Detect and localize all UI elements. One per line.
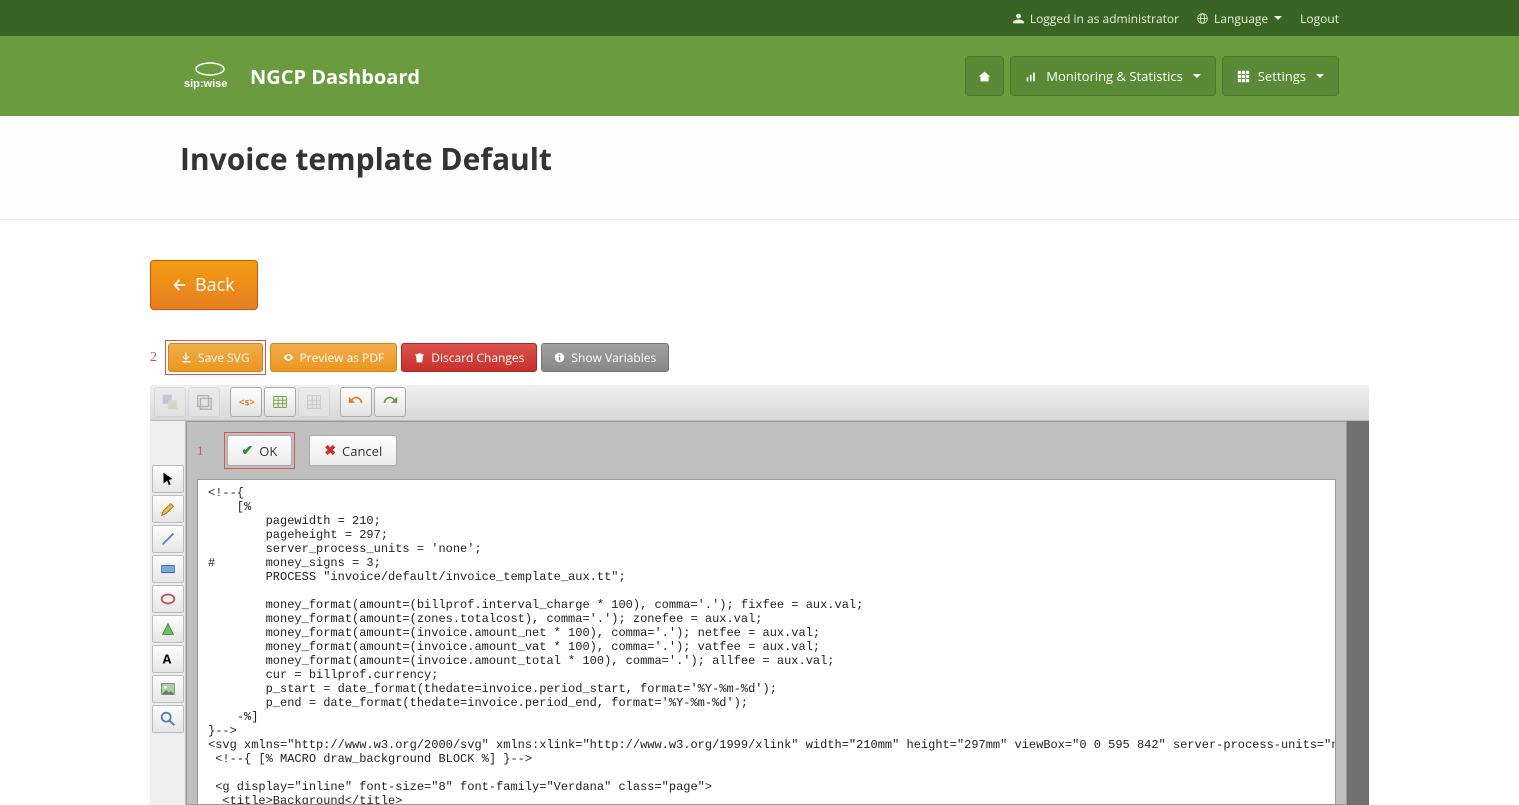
ellipse-tool[interactable] — [152, 585, 184, 613]
brand[interactable]: sip:wise NGCP Dashboard — [180, 61, 420, 91]
content: Back 2 Save SVG Preview as PDF Discard C… — [0, 220, 1519, 805]
callout-2-box: Save SVG — [165, 340, 266, 375]
logout-link[interactable]: Logout — [1300, 10, 1339, 27]
undo-icon — [347, 393, 365, 411]
info-icon — [554, 352, 565, 363]
rect-icon — [159, 560, 177, 578]
ellipse-icon — [159, 590, 177, 608]
callout-2: 2 — [150, 350, 157, 366]
rect-tool[interactable] — [152, 555, 184, 583]
arrange-button — [154, 387, 186, 417]
svg-text:sip:wise: sip:wise — [184, 78, 227, 90]
user-icon — [1013, 13, 1024, 24]
text-icon: A — [159, 650, 177, 668]
monitoring-label: Monitoring & Statistics — [1046, 67, 1183, 85]
brand-title: NGCP Dashboard — [250, 63, 420, 90]
show-variables-button[interactable]: Show Variables — [541, 343, 669, 372]
cancel-label: Cancel — [342, 442, 382, 460]
text-tool[interactable]: A — [152, 645, 184, 673]
tool-palette: A — [150, 421, 186, 805]
undo-button[interactable] — [340, 387, 372, 417]
path-icon — [159, 620, 177, 638]
chevron-down-icon — [1274, 16, 1282, 20]
save-svg-label: Save SVG — [198, 349, 250, 366]
action-row: 2 Save SVG Preview as PDF Discard Change… — [150, 340, 1369, 375]
svg-text:<s>: <s> — [239, 395, 255, 409]
download-icon — [181, 352, 192, 363]
back-button[interactable]: Back — [150, 260, 258, 310]
home-button[interactable] — [965, 56, 1004, 96]
arrow-left-icon — [173, 278, 187, 292]
cross-icon: ✖ — [324, 441, 336, 460]
editor-body: A 1 ✔ OK ✖ Cancel — [150, 421, 1369, 805]
logged-in-text: Logged in as administrator — [1030, 10, 1179, 27]
wireframe-icon — [271, 393, 289, 411]
source-button[interactable]: <s> — [230, 387, 262, 417]
home-icon — [978, 70, 991, 83]
ok-label: OK — [259, 442, 277, 460]
save-svg-button[interactable]: Save SVG — [168, 343, 263, 372]
path-tool[interactable] — [152, 615, 184, 643]
check-icon: ✔ — [242, 441, 254, 460]
callout-1: 1 — [197, 443, 204, 459]
zoom-icon — [159, 710, 177, 728]
chevron-down-icon — [1316, 74, 1324, 78]
arrange-icon — [161, 393, 179, 411]
source-dialog: 1 ✔ OK ✖ Cancel <!--{ [% pagewidth = 210… — [186, 421, 1347, 805]
monitoring-dropdown[interactable]: Monitoring & Statistics — [1010, 56, 1216, 96]
pencil-tool[interactable] — [152, 495, 184, 523]
redo-icon — [381, 393, 399, 411]
language-label: Language — [1214, 10, 1268, 27]
wireframe-button[interactable] — [264, 387, 296, 417]
layers-icon — [195, 393, 213, 411]
topbar: Logged in as administrator Language Logo… — [0, 0, 1519, 36]
chevron-down-icon — [1193, 74, 1201, 78]
line-tool[interactable] — [152, 525, 184, 553]
sipwise-logo: sip:wise — [180, 61, 240, 91]
trash-icon — [414, 352, 425, 363]
back-label: Back — [195, 273, 235, 297]
show-vars-label: Show Variables — [571, 349, 656, 366]
globe-icon — [1197, 13, 1208, 24]
editor-toolbar: <s> — [150, 385, 1369, 421]
dialog-buttons: 1 ✔ OK ✖ Cancel — [187, 422, 1346, 479]
settings-dropdown[interactable]: Settings — [1222, 56, 1339, 96]
discard-label: Discard Changes — [431, 349, 524, 366]
preview-pdf-label: Preview as PDF — [300, 349, 385, 366]
logged-in-status: Logged in as administrator — [1013, 10, 1179, 27]
preview-pdf-button[interactable]: Preview as PDF — [270, 343, 398, 372]
settings-label: Settings — [1258, 67, 1306, 85]
eye-icon — [283, 352, 294, 363]
grid-button — [298, 387, 330, 417]
ok-button[interactable]: ✔ OK — [227, 435, 293, 466]
source-icon: <s> — [237, 393, 255, 411]
page-title: Invoice template Default — [180, 138, 1339, 179]
grid-icon — [1237, 70, 1250, 83]
page-title-bar: Invoice template Default — [0, 116, 1519, 220]
nav-buttons: Monitoring & Statistics Settings — [965, 56, 1339, 96]
cursor-icon — [159, 470, 177, 488]
grid2-icon — [305, 393, 323, 411]
cancel-button[interactable]: ✖ Cancel — [309, 435, 397, 466]
bars-icon — [1025, 70, 1038, 83]
navbar: sip:wise NGCP Dashboard Monitoring & Sta… — [0, 36, 1519, 116]
source-code-textarea[interactable]: <!--{ [% pagewidth = 210; pageheight = 2… — [197, 479, 1336, 805]
language-dropdown[interactable]: Language — [1197, 10, 1282, 27]
pencil-icon — [159, 500, 177, 518]
svg-editor: <s> A — [150, 385, 1369, 805]
redo-button[interactable] — [374, 387, 406, 417]
image-tool[interactable] — [152, 675, 184, 703]
callout-1-box: ✔ OK — [224, 432, 296, 469]
layers-button — [188, 387, 220, 417]
select-tool[interactable] — [152, 465, 184, 493]
svg-text:A: A — [162, 651, 171, 668]
image-icon — [159, 680, 177, 698]
zoom-tool[interactable] — [152, 705, 184, 733]
line-icon — [159, 530, 177, 548]
discard-changes-button[interactable]: Discard Changes — [401, 343, 537, 372]
